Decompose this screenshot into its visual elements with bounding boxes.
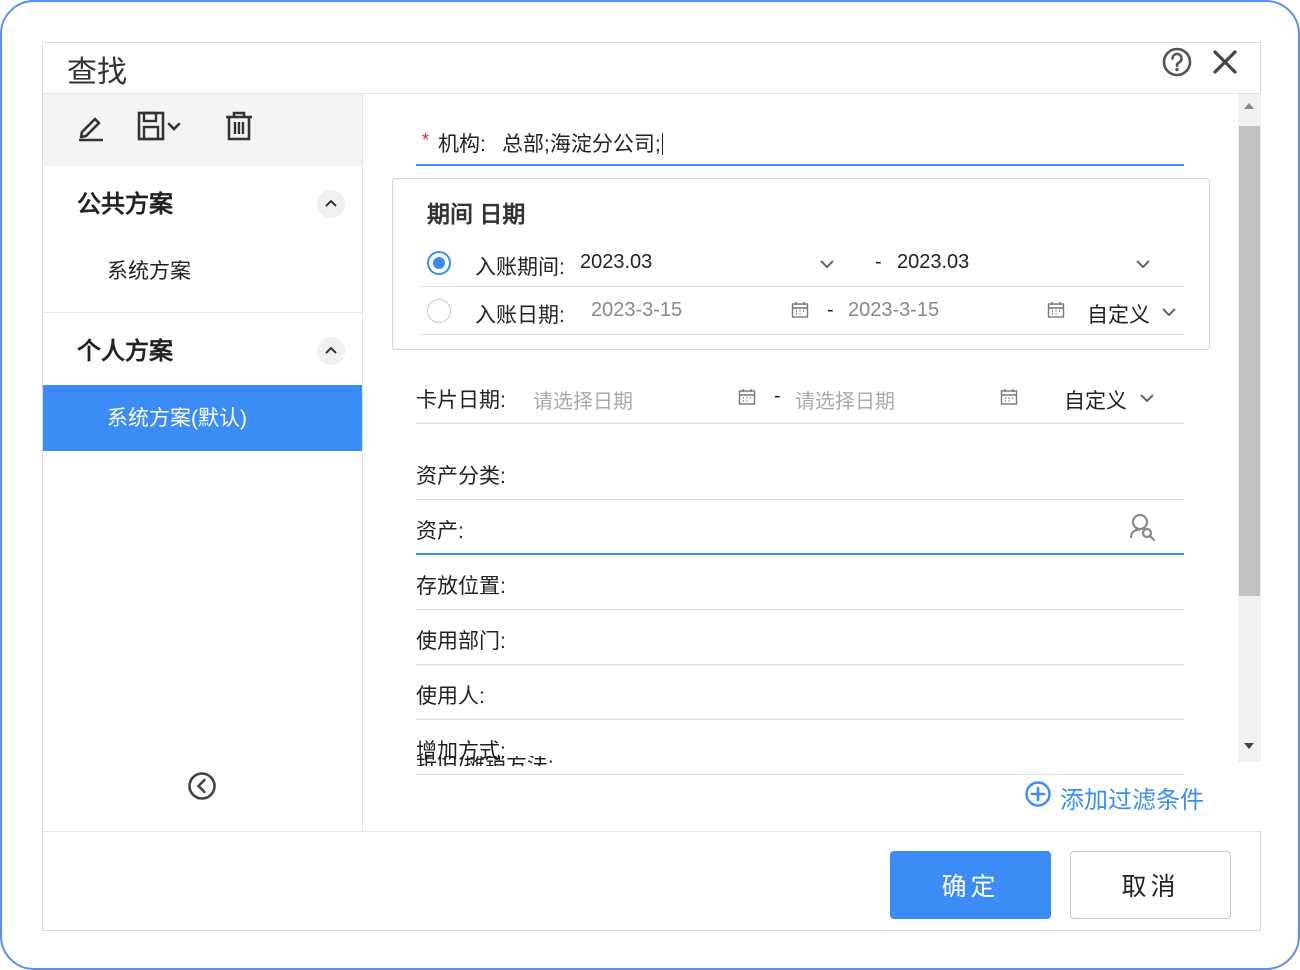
find-dialog: 查找 公共方案 系统方案 个人方案 系统方案(默认) * 机构: 总部;海淀分公… [42,42,1261,931]
group-title: 公共方案 [77,191,173,218]
scheme-item-label: 系统方案 [107,260,191,283]
field-label: 使用部门: [416,630,506,653]
group-title: 个人方案 [77,338,173,365]
posting-period-from[interactable]: 2023.03 [580,251,652,274]
scheme-sidebar: 公共方案 系统方案 个人方案 系统方案(默认) [43,94,363,831]
chevron-up-icon[interactable] [317,337,345,365]
field-label: 存放位置: [416,575,506,598]
card-date-field: 卡片日期: 请选择日期 - 请选择日期 自定义 [416,368,1184,424]
field-label: 使用人: [416,685,485,708]
calendar-icon[interactable] [1046,300,1066,320]
edit-icon[interactable] [73,108,109,144]
cancel-button[interactable]: 取消 [1070,851,1231,919]
group-public-schemes[interactable]: 公共方案 [43,166,362,238]
period-box-title: 期间 日期 [427,201,526,227]
calendar-icon[interactable] [999,387,1019,407]
chevron-down-icon[interactable] [817,254,837,274]
range-dash: - [875,251,882,273]
posting-date-label: 入账日期: [475,304,565,327]
user-field[interactable]: 使用人: [416,664,1184,720]
card-date-from-input[interactable]: 请选择日期 [533,385,633,414]
text-caret [661,133,663,155]
save-dropdown-icon[interactable] [135,108,187,144]
scrollbar-thumb[interactable] [1239,126,1260,596]
close-icon[interactable] [1209,46,1241,78]
scheme-toolbar [43,94,362,166]
scroll-down-arrow-icon[interactable] [1242,740,1256,752]
asset-field[interactable]: 资产: [416,499,1184,555]
scheme-item-label: 系统方案(默认) [107,407,247,430]
depreciation-method-label: 折旧/摊销方法: [416,756,554,766]
outer-frame: 查找 公共方案 系统方案 个人方案 系统方案(默认) * 机构: 总部;海淀分公… [0,0,1300,970]
collapse-left-icon[interactable] [186,770,218,802]
posting-period-to[interactable]: 2023.03 [897,251,969,274]
range-dash: - [774,385,781,407]
field-label: 资产分类: [416,465,506,488]
calendar-icon[interactable] [737,387,757,407]
posting-date-row: 入账日期: 2023-3-15 - 2023-3-15 自定义 [419,287,1185,335]
period-date-box: 期间 日期 入账期间: 2023.03 - 2023.03 入账日期: 2023… [392,178,1210,350]
org-field[interactable]: * 机构: 总部;海淀分公司; [416,114,1184,166]
card-date-label: 卡片日期: [416,389,506,412]
range-dash: - [827,299,834,321]
calendar-icon[interactable] [790,300,810,320]
required-mark: * [422,130,430,150]
storage-location-field[interactable]: 存放位置: [416,554,1184,610]
add-circle-icon [1025,781,1051,807]
posting-date-radio[interactable] [427,299,451,323]
scroll-up-arrow-icon[interactable] [1242,100,1256,112]
asset-category-field[interactable]: 资产分类: [416,444,1184,500]
scheme-item-default[interactable]: 系统方案(默认) [43,385,362,451]
ok-button[interactable]: 确定 [890,851,1051,919]
chevron-down-icon[interactable] [1133,254,1153,274]
chevron-up-icon[interactable] [317,190,345,218]
custom-range-select[interactable]: 自定义 [1064,385,1127,415]
posting-period-radio[interactable] [427,251,451,275]
org-label: 机构: [438,133,486,156]
dialog-title: 查找 [67,56,127,89]
dialog-footer: 确定 取消 [43,831,1260,931]
using-department-field[interactable]: 使用部门: [416,609,1184,665]
posting-period-row: 入账期间: 2023.03 - 2023.03 [419,239,1185,287]
delete-icon[interactable] [221,108,257,144]
posting-period-label: 入账期间: [475,256,565,279]
filter-scrollbar[interactable] [1238,94,1261,762]
chevron-down-icon[interactable] [1137,388,1157,408]
acquisition-method-field[interactable]: 增加方式: [416,719,1184,775]
filter-panel: * 机构: 总部;海淀分公司; 期间 日期 入账期间: 2023.03 - 20… [364,94,1261,831]
field-label: 资产: [416,520,464,543]
scheme-item[interactable]: 系统方案 [43,238,362,302]
org-value: 总部;海淀分公司; [502,133,661,156]
group-personal-schemes[interactable]: 个人方案 [43,313,362,385]
chevron-down-icon[interactable] [1159,302,1179,322]
custom-range-select[interactable]: 自定义 [1087,299,1150,329]
help-icon[interactable] [1161,46,1193,78]
posting-date-from[interactable]: 2023-3-15 [591,299,682,322]
org-input[interactable]: 总部;海淀分公司; [502,128,663,158]
card-date-to-input[interactable]: 请选择日期 [795,385,895,414]
add-filter-label: 添加过滤条件 [1060,787,1204,814]
dialog-titlebar: 查找 [43,43,1260,94]
posting-date-to[interactable]: 2023-3-15 [848,299,939,322]
search-person-icon[interactable] [1126,511,1158,543]
